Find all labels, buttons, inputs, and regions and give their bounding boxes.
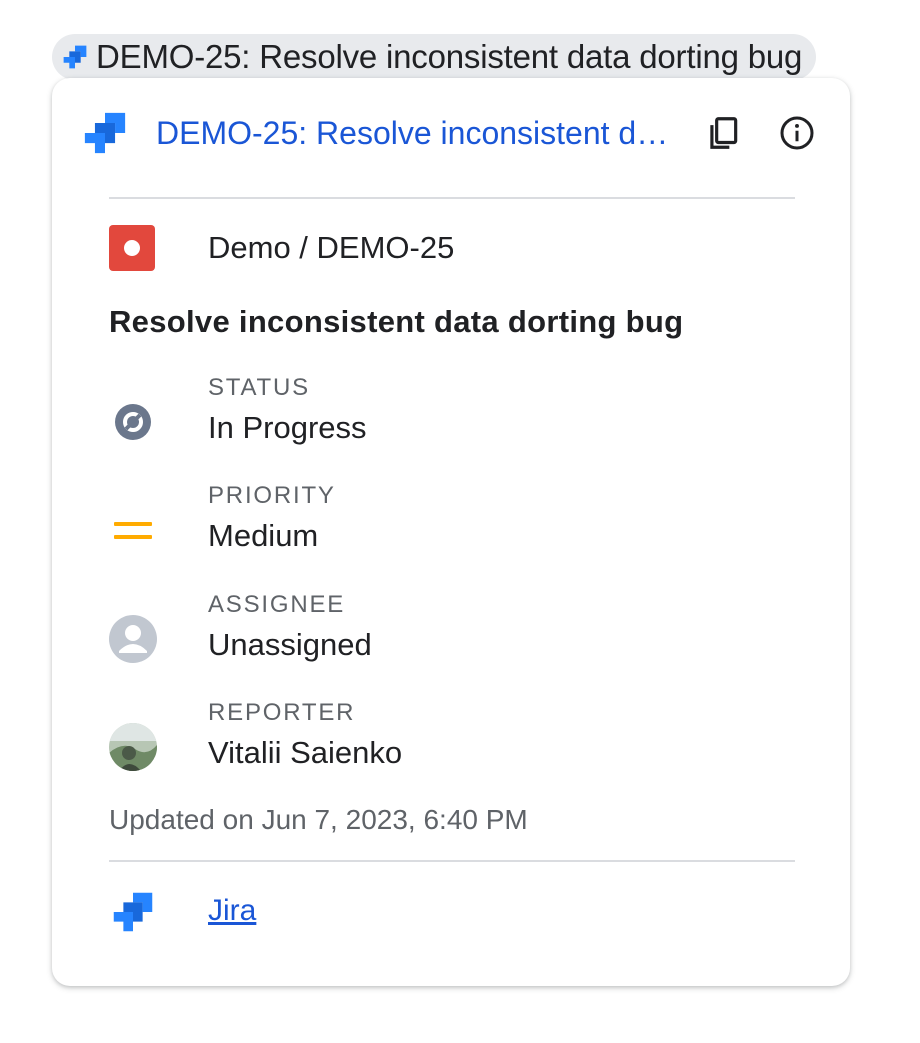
jira-icon: [82, 110, 128, 156]
reporter-value: Vitalii Saienko: [208, 735, 403, 770]
priority-value: Medium: [208, 518, 319, 553]
copy-link-button[interactable]: [700, 110, 746, 156]
priority-label: PRIORITY: [208, 482, 336, 509]
project-path: Demo / DEMO-25: [208, 230, 455, 265]
jira-link[interactable]: Jira: [208, 894, 256, 928]
header-divider: [109, 197, 795, 199]
assignee-label: ASSIGNEE: [208, 591, 346, 618]
jira-icon: [62, 44, 88, 70]
info-icon: [779, 115, 815, 151]
reporter-label: REPORTER: [208, 699, 356, 726]
assignee-field: ASSIGNEE Unassigned: [109, 591, 799, 687]
chip-title: DEMO-25: Resolve inconsistent data dorti…: [96, 38, 803, 75]
priority-field: PRIORITY Medium: [109, 482, 799, 578]
status-field: STATUS In Progress: [109, 374, 799, 470]
footer-divider: [109, 860, 795, 862]
priority-medium-icon: [109, 506, 157, 554]
copy-icon: [704, 114, 742, 152]
issue-summary: Resolve inconsistent data dorting bug: [109, 304, 684, 339]
status-value: In Progress: [208, 410, 367, 445]
smart-chip[interactable]: DEMO-25: Resolve inconsistent data dorti…: [52, 34, 817, 80]
reporter-field: REPORTER Vitalii Saienko: [109, 699, 799, 795]
jira-icon: [111, 890, 155, 934]
assignee-value: Unassigned: [208, 627, 372, 662]
card-header: DEMO-25: Resolve inconsistent data dorti…: [82, 108, 822, 158]
info-button[interactable]: [774, 110, 820, 156]
card-title-link[interactable]: DEMO-25: Resolve inconsistent data dorti…: [156, 115, 676, 152]
project-row: Demo / DEMO-25: [109, 220, 799, 276]
card-footer: Jira: [109, 886, 799, 942]
link-preview-card: DEMO-25: Resolve inconsistent data dorti…: [52, 78, 850, 986]
reporter-avatar: [109, 723, 157, 771]
updated-timestamp: Updated on Jun 7, 2023, 6:40 PM: [109, 804, 528, 835]
bug-issue-type-icon: [109, 225, 155, 271]
status-label: STATUS: [208, 374, 310, 401]
status-in-progress-icon: [109, 398, 157, 446]
unassigned-avatar-icon: [109, 615, 157, 663]
